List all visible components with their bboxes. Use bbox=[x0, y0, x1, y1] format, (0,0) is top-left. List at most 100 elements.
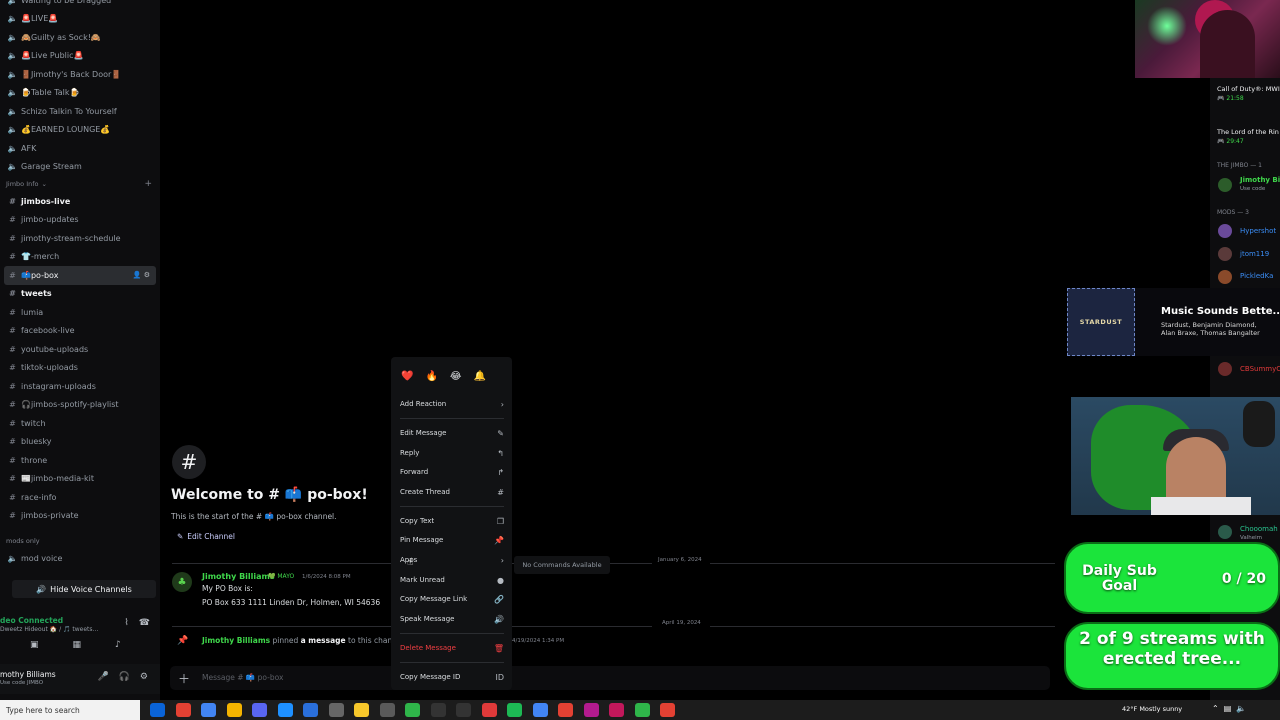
quick-reaction[interactable]: 🔔 bbox=[474, 371, 486, 382]
microphone-icon[interactable]: 🎤 bbox=[97, 672, 108, 682]
menu-item-add-reaction[interactable]: Add Reaction › bbox=[400, 397, 504, 411]
screen-share-icon[interactable]: ▣ bbox=[30, 640, 39, 650]
avatar[interactable] bbox=[1218, 525, 1232, 539]
gear-icon[interactable]: ⚙ bbox=[140, 672, 148, 682]
menu-item-mark-unread[interactable]: Mark Unread ● bbox=[400, 573, 504, 587]
taskbar-app-icon[interactable] bbox=[609, 703, 624, 717]
sidebar-item-voice[interactable]: 🔈 Waiting to be Dragged bbox=[0, 0, 160, 10]
member-name[interactable]: jtom119 bbox=[1240, 250, 1269, 258]
sidebar-item-voice[interactable]: 🔈 🚨LIVE🚨 bbox=[0, 10, 160, 29]
menu-item-speak-message[interactable]: Speak Message 🔊 bbox=[400, 612, 504, 626]
sidebar-item-jimbos-spotify-playlist[interactable]: # 🎧jimbos-spotify-playlist bbox=[0, 396, 160, 415]
sidebar-item-lumia[interactable]: # lumia bbox=[0, 303, 160, 322]
sidebar-item-facebook-live[interactable]: # facebook-live bbox=[0, 322, 160, 341]
taskbar-app-icon[interactable] bbox=[405, 703, 420, 717]
taskbar-app-icon[interactable] bbox=[532, 703, 548, 717]
category-jimbo-info[interactable]: Jimbo Info ⌄ + bbox=[0, 176, 160, 192]
sidebar-item-voice[interactable]: 🔈 🍺Table Talk🍺 bbox=[0, 84, 160, 103]
taskbar-app-icon[interactable] bbox=[252, 703, 267, 717]
menu-item-edit-message[interactable]: Edit Message ✎ bbox=[400, 426, 504, 440]
taskbar-app-icon[interactable] bbox=[507, 703, 522, 717]
menu-item-apps[interactable]: Apps › bbox=[400, 553, 504, 567]
menu-item-reply[interactable]: Reply ↰ bbox=[400, 446, 504, 460]
taskbar-app-icon[interactable] bbox=[558, 703, 573, 717]
avatar[interactable] bbox=[1218, 224, 1232, 238]
member-name[interactable]: Jimothy Bi bbox=[1240, 176, 1280, 184]
menu-item-delete-message[interactable]: Delete Message 🗑 bbox=[400, 641, 504, 655]
menu-item-copy-text[interactable]: Copy Text ❐ bbox=[400, 514, 504, 528]
taskbar-app-icon[interactable] bbox=[430, 703, 446, 717]
taskbar-app-icon[interactable] bbox=[583, 703, 599, 717]
sidebar-item-throne[interactable]: # throne bbox=[0, 451, 160, 470]
sidebar-item-voice[interactable]: 🔈 🚨Live Public🚨 bbox=[0, 47, 160, 66]
sidebar-item-jimbo-media-kit[interactable]: # 📰jimbo-media-kit bbox=[0, 470, 160, 489]
category-mods-only[interactable]: mods only bbox=[0, 533, 160, 549]
sidebar-item-race-info[interactable]: # race-info bbox=[0, 488, 160, 507]
noise-suppression-icon[interactable]: ⌇ bbox=[124, 618, 128, 628]
sidebar-item-bluesky[interactable]: # bluesky bbox=[0, 433, 160, 452]
activities-icon[interactable]: ▦ bbox=[73, 640, 82, 650]
soundboard-icon[interactable]: ♪ bbox=[115, 640, 121, 650]
avatar[interactable] bbox=[1218, 270, 1232, 284]
sidebar-item-voice[interactable]: 🔈 AFK bbox=[0, 139, 160, 158]
sidebar-item-voice[interactable]: 🔈 Schizo Talkin To Yourself bbox=[0, 102, 160, 121]
sidebar-item-jimbos-private[interactable]: # jimbos-private bbox=[0, 507, 160, 526]
disconnect-icon[interactable]: ☎ bbox=[139, 618, 150, 628]
invite-icon[interactable]: 👤 bbox=[133, 271, 142, 279]
menu-item-create-thread[interactable]: Create Thread # bbox=[400, 485, 504, 499]
volume-icon[interactable]: 🔈 bbox=[1236, 704, 1246, 713]
pin-author[interactable]: Jimothy Billiams bbox=[202, 636, 270, 645]
taskbar-app-icon[interactable] bbox=[456, 703, 471, 717]
sidebar-item-jimbos-live[interactable]: # jimbos-live bbox=[0, 192, 160, 211]
avatar[interactable] bbox=[1218, 178, 1232, 192]
sidebar-item-instagram-uploads[interactable]: # instagram-uploads bbox=[0, 377, 160, 396]
menu-item-copy-message-link[interactable]: Copy Message Link 🔗 bbox=[400, 592, 504, 606]
taskbar-app-icon[interactable] bbox=[634, 703, 650, 717]
message-author[interactable]: Jimothy Billiams bbox=[202, 572, 275, 581]
taskbar-app-icon[interactable] bbox=[660, 703, 675, 717]
avatar[interactable] bbox=[1218, 362, 1232, 376]
weather-widget[interactable]: 42°F Mostly sunny bbox=[1122, 705, 1182, 713]
menu-item-forward[interactable]: Forward ↱ bbox=[400, 465, 504, 479]
quick-reaction[interactable]: ❤️ bbox=[401, 371, 413, 382]
sidebar-item-tiktok-uploads[interactable]: # tiktok-uploads bbox=[0, 359, 160, 378]
sidebar-item-tweets[interactable]: # tweets bbox=[0, 285, 160, 304]
message-composer[interactable]: ＋ Message # 📫 po-box bbox=[170, 666, 1050, 690]
sidebar-item-voice[interactable]: 🔈 🚪Jimothy's Back Door🚪 bbox=[0, 65, 160, 84]
avatar[interactable]: ♣ bbox=[172, 572, 192, 592]
taskbar-app-icon[interactable] bbox=[277, 703, 293, 717]
sidebar-item-voice[interactable]: 🔈 🙈Guilty as Sock!🙈 bbox=[0, 28, 160, 47]
taskbar-app-icon[interactable] bbox=[354, 703, 369, 717]
taskbar-app-icon[interactable] bbox=[226, 703, 242, 717]
headphones-icon[interactable]: 🎧 bbox=[119, 672, 130, 682]
sidebar-item-voice[interactable]: 🔈 Garage Stream bbox=[0, 158, 160, 177]
user-name[interactable]: mothy Billiams bbox=[0, 670, 56, 679]
quick-reaction[interactable]: 🔥 bbox=[425, 371, 437, 382]
taskbar-search[interactable]: Type here to search bbox=[0, 700, 140, 720]
taskbar-app-icon[interactable] bbox=[379, 703, 395, 717]
network-icon[interactable]: ▤ bbox=[1224, 704, 1232, 713]
quick-reaction[interactable]: 😂 bbox=[450, 371, 462, 382]
taskbar-app-icon[interactable] bbox=[481, 703, 497, 717]
sidebar-item-jimbo-updates[interactable]: # jimbo-updates bbox=[0, 211, 160, 230]
sidebar-item-youtube-uploads[interactable]: # youtube-uploads bbox=[0, 340, 160, 359]
taskbar-app-icon[interactable] bbox=[175, 703, 191, 717]
taskbar-app-icon[interactable] bbox=[201, 703, 216, 717]
pinned-message-link[interactable]: a message bbox=[301, 636, 346, 645]
sidebar-item-jimothy-stream-schedule[interactable]: # jimothy-stream-schedule bbox=[0, 229, 160, 248]
avatar[interactable] bbox=[1218, 247, 1232, 261]
menu-item-pin-message[interactable]: Pin Message 📌 bbox=[400, 533, 504, 547]
sidebar-item-voice[interactable]: 🔈 💰EARNED LOUNGE💰 bbox=[0, 121, 160, 140]
menu-item-copy-message-id[interactable]: Copy Message ID ID bbox=[400, 670, 504, 684]
hide-voice-channels-button[interactable]: 🔊 Hide Voice Channels bbox=[12, 580, 156, 598]
member-name[interactable]: CBSummyC bbox=[1240, 365, 1280, 373]
taskbar-app-icon[interactable] bbox=[150, 703, 165, 717]
taskbar-app-icon[interactable] bbox=[328, 703, 344, 717]
add-channel-icon[interactable]: + bbox=[144, 179, 152, 189]
chevron-up-icon[interactable]: ⌃ bbox=[1212, 704, 1219, 713]
taskbar-app-icon[interactable] bbox=[303, 703, 318, 717]
member-name[interactable]: Hypershot bbox=[1240, 227, 1276, 235]
gear-icon[interactable]: ⚙ bbox=[144, 271, 150, 279]
add-attachment-icon[interactable]: ＋ bbox=[178, 670, 190, 687]
sidebar-item-merch[interactable]: # 👕-merch bbox=[0, 248, 160, 267]
